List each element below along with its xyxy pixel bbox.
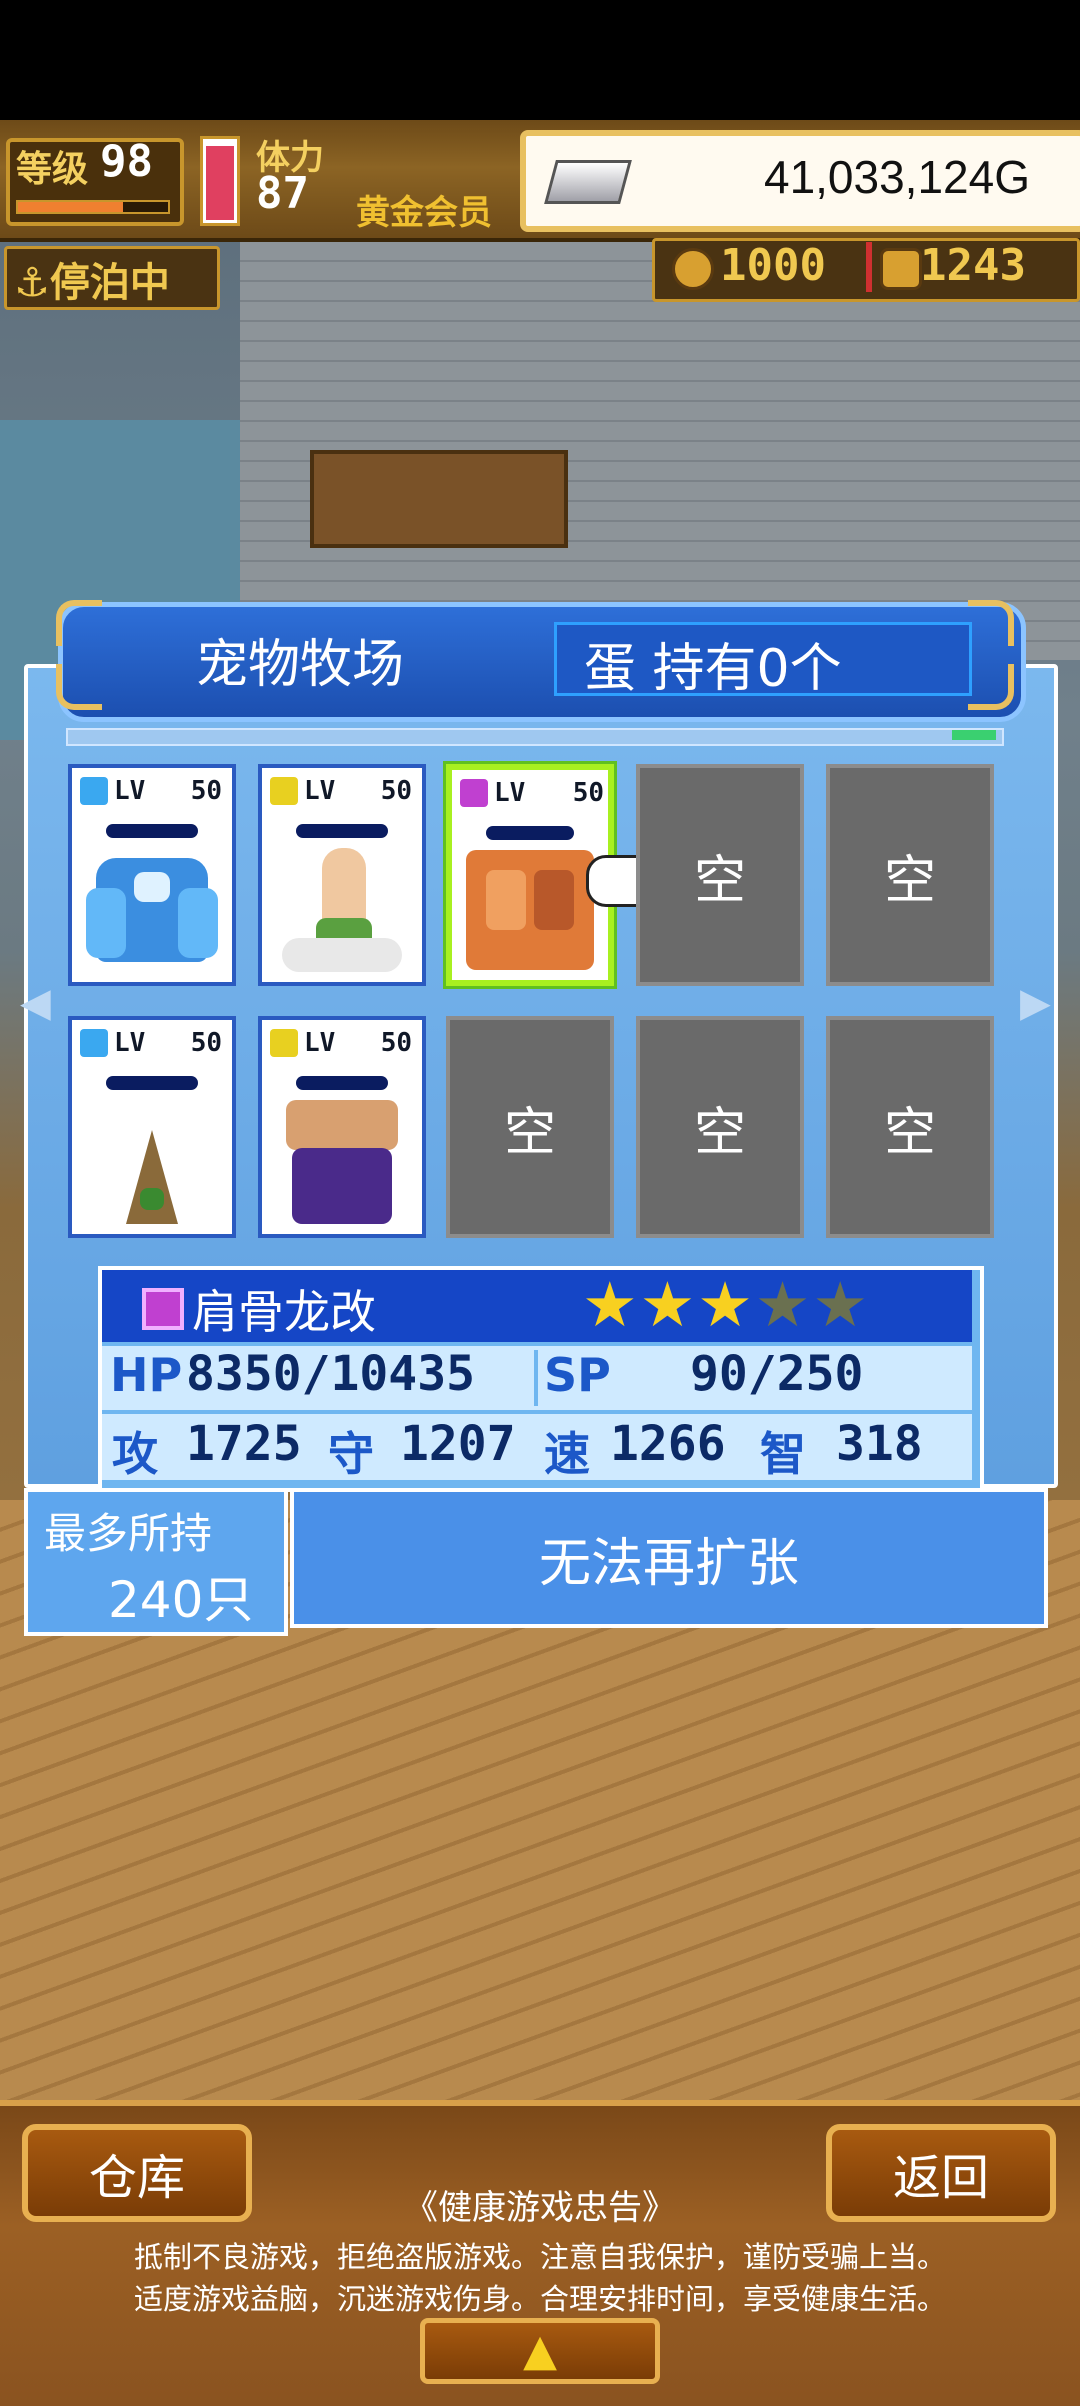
page-left-arrow-icon[interactable]: ◀ — [20, 980, 51, 1026]
max-capacity-value: 240只 — [108, 1571, 254, 1629]
slot-hp-bar — [106, 1076, 198, 1090]
expand-menu-button[interactable]: ▲ — [420, 2318, 660, 2384]
slot-level: LV 50 — [270, 776, 418, 806]
defense-value: 1207 — [400, 1416, 516, 1472]
resource-value-1: 1000 — [720, 240, 826, 291]
water-element-icon — [80, 1029, 108, 1057]
lv-value: 50 — [380, 776, 412, 806]
intelligence-value: 318 — [836, 1416, 923, 1472]
slot-level: LV 50 — [80, 776, 228, 806]
lv-label: LV — [114, 776, 146, 806]
thunder-element-icon — [270, 1029, 298, 1057]
attack-label: 攻 — [112, 1427, 158, 1481]
speed-value: 1266 — [610, 1416, 726, 1472]
resource-value-2: 1243 — [920, 240, 1026, 291]
bone-dragon-sprite — [466, 850, 594, 970]
dark-element-icon — [142, 1288, 184, 1330]
hp-value: 8350/10435 — [186, 1346, 475, 1402]
shell-mole-sprite — [86, 1100, 218, 1224]
arrow-up-icon: ▲ — [523, 2325, 557, 2376]
page-right-arrow-icon[interactable]: ▶ — [1020, 980, 1051, 1026]
level-label: 等级 — [16, 149, 89, 190]
egg-count-text: 蛋 持有0个 — [584, 639, 842, 699]
stat-divider — [534, 1350, 538, 1406]
pet-slot[interactable]: LV 50 — [258, 764, 426, 986]
purple-brute-sprite — [276, 1100, 408, 1224]
lv-value: 50 — [190, 1028, 222, 1058]
intelligence-label: 智 — [760, 1427, 806, 1481]
defense-label: 守 — [328, 1427, 374, 1481]
dark-element-icon — [460, 779, 488, 807]
page-title: 宠物牧场 — [195, 635, 404, 695]
star-empty-icon: ★ — [812, 1268, 868, 1341]
dock-status-text: 停泊中 — [49, 260, 170, 306]
slot-level: LV 50 — [270, 1028, 418, 1058]
slot-hp-bar — [486, 826, 574, 840]
stamina-gauge — [200, 136, 240, 226]
anchor-icon: ⚓ — [14, 260, 50, 306]
star-empty-icon: ★ — [754, 1268, 811, 1341]
empty-slot[interactable]: 空 — [446, 1016, 614, 1238]
attack-value: 1725 — [186, 1416, 302, 1472]
stamina-value: 87 — [256, 168, 309, 219]
health-warning-line: 抵制不良游戏，拒绝盗版游戏。注意自我保护，谨防受骗上当。 — [133, 2240, 946, 2274]
level-exp-fill — [18, 202, 123, 212]
pet-rarity-stars: ★ ★ ★ ★ ★ — [582, 1274, 868, 1336]
expand-button[interactable]: 无法再扩张 — [290, 1488, 1048, 1628]
pet-name: 肩骨龙改 — [192, 1285, 376, 1339]
level-value: 98 — [100, 136, 153, 187]
star-filled-icon: ★ — [582, 1268, 638, 1341]
speed-label: 速 — [544, 1427, 590, 1481]
title-underline — [66, 728, 1004, 746]
star-filled-icon: ★ — [639, 1268, 696, 1341]
stamina-gauge-fill — [206, 146, 234, 220]
slot-hp-bar — [296, 824, 388, 838]
health-warning-title: 《健康游戏忠告》 — [404, 2188, 676, 2228]
lv-value: 50 — [380, 1028, 412, 1058]
corner-ornament — [56, 664, 102, 710]
lv-value: 50 — [190, 776, 222, 806]
cloud-sage-sprite — [276, 848, 408, 972]
empty-slot[interactable]: 空 — [636, 764, 804, 986]
empty-slot[interactable]: 空 — [636, 1016, 804, 1238]
slot-hp-bar — [296, 1076, 388, 1090]
gold-member-badge[interactable]: 黄金会员 — [356, 185, 492, 234]
pet-slot[interactable]: LV 50 — [68, 764, 236, 986]
lv-label: LV — [304, 1028, 336, 1058]
pet-slot[interactable]: LV 50 — [68, 1016, 236, 1238]
lv-label: LV — [304, 776, 336, 806]
level-exp-bar — [16, 200, 170, 214]
food-icon — [672, 248, 714, 290]
silver-bar-icon — [544, 160, 632, 204]
pet-slot[interactable]: LV 50 — [258, 1016, 426, 1238]
lv-label: LV — [494, 778, 526, 808]
gold-amount: 41,033,124G — [763, 151, 1030, 203]
slot-level: LV 50 — [80, 1028, 228, 1058]
slot-level: LV 50 — [460, 778, 604, 808]
corner-ornament — [968, 600, 1014, 646]
lv-label: LV — [114, 1028, 146, 1058]
health-warning-line: 适度游戏益脑，沉迷游戏伤身。合理安排时间，享受健康生活。 — [133, 2282, 946, 2316]
star-filled-icon: ★ — [697, 1268, 753, 1341]
corner-ornament — [968, 664, 1014, 710]
sp-value: 90/250 — [690, 1346, 864, 1402]
corner-ornament — [56, 600, 102, 646]
blue-golem-sprite — [86, 848, 218, 972]
dock-status-label: ⚓停泊中 — [14, 250, 170, 308]
wooden-stall — [310, 450, 568, 548]
empty-slot[interactable]: 空 — [826, 1016, 994, 1238]
lv-value: 50 — [572, 778, 604, 808]
hp-label: HP — [110, 1348, 183, 1402]
resource-divider — [866, 242, 872, 292]
thunder-element-icon — [270, 777, 298, 805]
slot-hp-bar — [106, 824, 198, 838]
medal-icon — [880, 248, 922, 290]
max-capacity-label: 最多所持 — [44, 1509, 213, 1558]
empty-slot[interactable]: 空 — [826, 764, 994, 986]
title-underline-accent — [952, 730, 996, 740]
sp-label: SP — [544, 1348, 611, 1402]
water-element-icon — [80, 777, 108, 805]
